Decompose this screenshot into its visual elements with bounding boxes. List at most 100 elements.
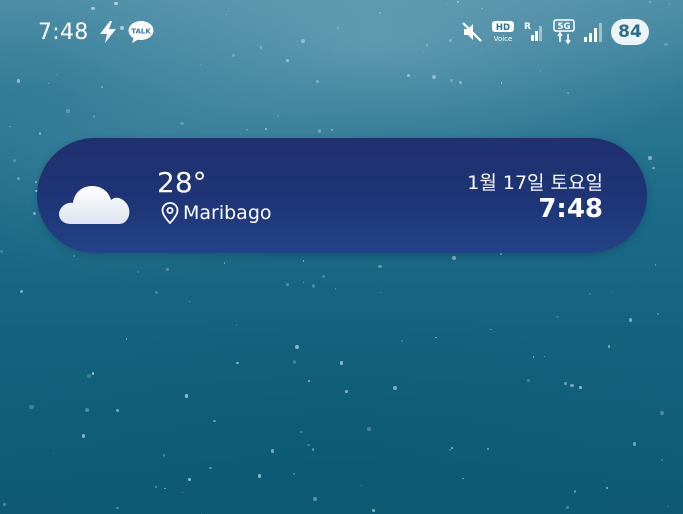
bubble — [566, 506, 570, 510]
bubble — [180, 121, 184, 126]
bubble — [299, 430, 303, 434]
bubble — [500, 82, 502, 84]
bubble — [66, 109, 70, 113]
bubble — [372, 508, 376, 512]
temperature: 28° — [157, 166, 207, 199]
bubble — [293, 473, 295, 475]
bubble — [246, 128, 248, 131]
bubble — [449, 79, 454, 83]
bubble — [527, 378, 531, 382]
weather-clock-widget[interactable]: 28° Maribago 1월 17일 토요일 7:48 — [37, 138, 647, 253]
bubble — [55, 73, 58, 76]
partly-cloudy-night-icon — [57, 164, 135, 228]
bubble — [588, 292, 591, 295]
bubble — [500, 252, 502, 255]
bubble — [155, 485, 158, 488]
bubble — [344, 389, 348, 393]
bubble — [292, 360, 297, 364]
voice-label: Voice — [494, 35, 513, 43]
bubble — [162, 454, 166, 457]
location-pin-icon — [161, 202, 179, 224]
bubble — [101, 86, 104, 88]
bubble — [52, 452, 54, 455]
bubble — [16, 176, 20, 180]
kakaotalk-label: TALK — [131, 28, 151, 36]
bubble — [366, 426, 371, 431]
bubble — [608, 345, 611, 348]
bubble — [200, 63, 202, 65]
bubble — [334, 288, 337, 290]
bubble — [435, 336, 437, 339]
location-name: Maribago — [183, 202, 272, 224]
bubble — [458, 81, 462, 84]
bubble — [20, 289, 24, 294]
bubble — [539, 70, 542, 72]
bubble — [136, 271, 139, 274]
bubble — [270, 449, 275, 453]
battery-indicator: 84 — [611, 19, 649, 45]
hd-label: HD — [496, 23, 510, 33]
bubble — [532, 356, 535, 358]
bubble — [573, 490, 577, 493]
bubble — [579, 386, 583, 389]
bubble — [235, 324, 237, 326]
bubble — [165, 268, 169, 272]
kakaotalk-icon: TALK — [127, 20, 155, 44]
signal-icon — [583, 21, 603, 43]
bubble — [92, 115, 96, 118]
mute-icon — [461, 21, 483, 43]
flash-icon — [97, 20, 119, 44]
bubble — [9, 126, 11, 128]
bubble — [339, 361, 344, 365]
status-bar-left: 7:48 TALK — [38, 18, 155, 46]
bubble — [116, 506, 119, 510]
bubble — [556, 315, 559, 319]
bubble — [449, 449, 451, 451]
bubble — [400, 339, 404, 343]
bubble — [154, 290, 158, 294]
bubble — [208, 466, 212, 470]
bubble — [667, 505, 670, 508]
status-bar: 7:48 TALK HD Voice R 5G 84 — [0, 0, 683, 62]
bubble — [85, 407, 90, 412]
bubble — [570, 384, 574, 388]
bubble — [125, 337, 128, 340]
bubble — [605, 487, 608, 490]
network-label: 5G — [558, 22, 571, 32]
bubble — [2, 502, 6, 506]
bubble — [276, 114, 279, 117]
hd-voice-icon: HD Voice — [491, 20, 515, 44]
bubble — [655, 264, 657, 266]
bubble — [393, 386, 397, 391]
bubble — [378, 264, 382, 269]
bubble — [406, 73, 410, 77]
bubble — [34, 180, 37, 183]
bubble — [432, 75, 436, 80]
bubble — [265, 128, 268, 131]
bubble — [184, 394, 189, 398]
bubble — [452, 256, 457, 261]
bubble — [81, 434, 86, 438]
bubble — [633, 442, 637, 446]
bubble — [302, 282, 304, 284]
bubble — [164, 487, 167, 490]
bubble — [564, 381, 567, 385]
bubble — [32, 211, 36, 216]
bubble — [73, 255, 76, 258]
bubble — [487, 448, 490, 451]
bubble — [307, 444, 310, 447]
bubble — [302, 260, 304, 262]
bubble — [652, 167, 655, 170]
location: Maribago — [161, 202, 272, 224]
bubble — [628, 318, 633, 322]
bubble — [0, 250, 3, 253]
bubble — [188, 300, 191, 303]
bubble — [116, 409, 119, 412]
bubble — [317, 129, 322, 133]
bubble — [610, 292, 612, 294]
bubble — [295, 344, 300, 349]
bubble — [223, 262, 226, 264]
bubble — [656, 313, 659, 316]
bubble — [543, 355, 545, 358]
bubble — [567, 91, 570, 94]
